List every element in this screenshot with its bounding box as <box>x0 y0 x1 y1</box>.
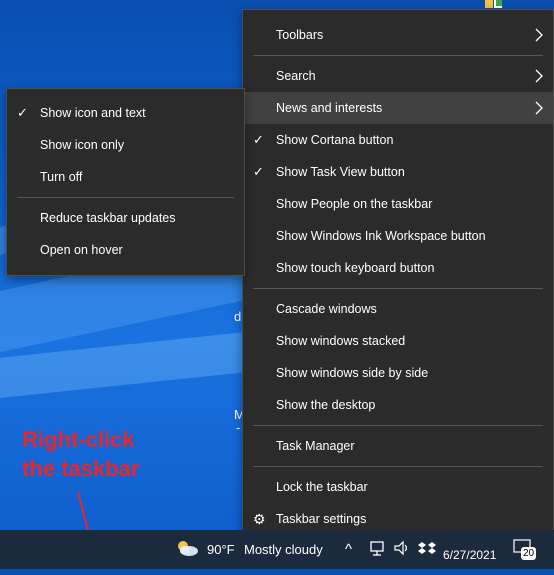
menu-item-label: Cascade windows <box>276 302 377 316</box>
menu-item-label: Show windows stacked <box>276 334 406 348</box>
checkmark-icon: ✓ <box>253 164 264 179</box>
dropbox-icon[interactable] <box>418 539 436 557</box>
menu-item-label: Search <box>276 69 316 83</box>
submenu-item-reduce-updates[interactable]: Reduce taskbar updates <box>7 202 244 234</box>
cloudy-weather-icon <box>178 541 198 556</box>
menu-item-label: News and interests <box>276 101 383 115</box>
menu-item-label: Show icon only <box>40 138 125 152</box>
menu-item-label: Task Manager <box>276 439 355 453</box>
menu-item-label: Toolbars <box>276 28 324 42</box>
menu-item-label: Show People on the taskbar <box>276 197 433 211</box>
menu-item-show-ink-workspace[interactable]: Show Windows Ink Workspace button <box>243 220 553 252</box>
checkmark-icon: ✓ <box>17 105 28 120</box>
menu-separator <box>253 466 543 467</box>
taskbar-context-menu: Toolbars Search News and interests ✓ Sho… <box>242 9 554 541</box>
weather-temperature: 90°F <box>207 542 235 557</box>
submenu-item-show-icon-and-text[interactable]: ✓ Show icon and text <box>7 97 244 129</box>
menu-separator <box>253 55 543 56</box>
menu-item-show-cortana[interactable]: ✓ Show Cortana button <box>243 124 553 156</box>
network-icon[interactable] <box>368 539 386 557</box>
clock-date[interactable]: 6/27/2021 <box>443 536 496 575</box>
chevron-right-icon <box>535 19 543 63</box>
action-center-button[interactable]: 20 <box>512 538 540 560</box>
checkmark-icon: ✓ <box>253 132 264 147</box>
weather-condition: Mostly cloudy <box>244 542 323 557</box>
menu-item-show-people[interactable]: Show People on the taskbar <box>243 188 553 220</box>
show-hidden-icons-button[interactable]: ^ <box>345 530 352 569</box>
submenu-item-turn-off[interactable]: Turn off <box>7 161 244 193</box>
menu-separator <box>253 288 543 289</box>
menu-separator <box>17 197 234 198</box>
menu-item-show-desktop[interactable]: Show the desktop <box>243 389 553 421</box>
menu-item-label: Show windows side by side <box>276 366 429 380</box>
menu-item-search[interactable]: Search <box>243 60 553 92</box>
menu-item-label: Open on hover <box>40 243 123 257</box>
menu-item-toolbars[interactable]: Toolbars <box>243 19 553 51</box>
menu-item-label: Turn off <box>40 170 83 184</box>
menu-item-label: Show the desktop <box>276 398 376 412</box>
menu-item-cascade-windows[interactable]: Cascade windows <box>243 293 553 325</box>
desktop-icon-label: d <box>234 309 242 324</box>
menu-item-task-manager[interactable]: Task Manager <box>243 430 553 462</box>
menu-item-show-touch-keyboard[interactable]: Show touch keyboard button <box>243 252 553 284</box>
menu-item-label: Show touch keyboard button <box>276 261 435 275</box>
menu-separator <box>253 425 543 426</box>
menu-item-label: Show icon and text <box>40 106 146 120</box>
menu-item-windows-side-by-side[interactable]: Show windows side by side <box>243 357 553 389</box>
annotation-line: the taskbar <box>22 456 140 481</box>
menu-item-label: Reduce taskbar updates <box>40 211 176 225</box>
news-interests-submenu: ✓ Show icon and text Show icon only Turn… <box>6 88 245 276</box>
menu-item-label: Show Task View button <box>276 165 405 179</box>
menu-item-news-and-interests[interactable]: News and interests <box>243 92 553 124</box>
submenu-item-open-on-hover[interactable]: Open on hover <box>7 234 244 266</box>
annotation-callout: Right-click the taskbar <box>22 425 182 483</box>
taskbar[interactable]: 90°F Mostly cloudy ^ 6/27/2021 20 <box>0 530 554 569</box>
menu-item-windows-stacked[interactable]: Show windows stacked <box>243 325 553 357</box>
menu-item-label: Show Windows Ink Workspace button <box>276 229 486 243</box>
notification-badge: 20 <box>521 547 537 560</box>
submenu-item-show-icon-only[interactable]: Show icon only <box>7 129 244 161</box>
annotation-line: Right-click <box>22 427 135 452</box>
menu-item-label: Show Cortana button <box>276 133 394 147</box>
menu-item-label: Lock the taskbar <box>276 480 368 494</box>
menu-item-show-task-view[interactable]: ✓ Show Task View button <box>243 156 553 188</box>
desktop-icon-label: - <box>236 420 241 435</box>
menu-item-lock-taskbar[interactable]: Lock the taskbar <box>243 471 553 503</box>
volume-icon[interactable] <box>393 539 411 557</box>
